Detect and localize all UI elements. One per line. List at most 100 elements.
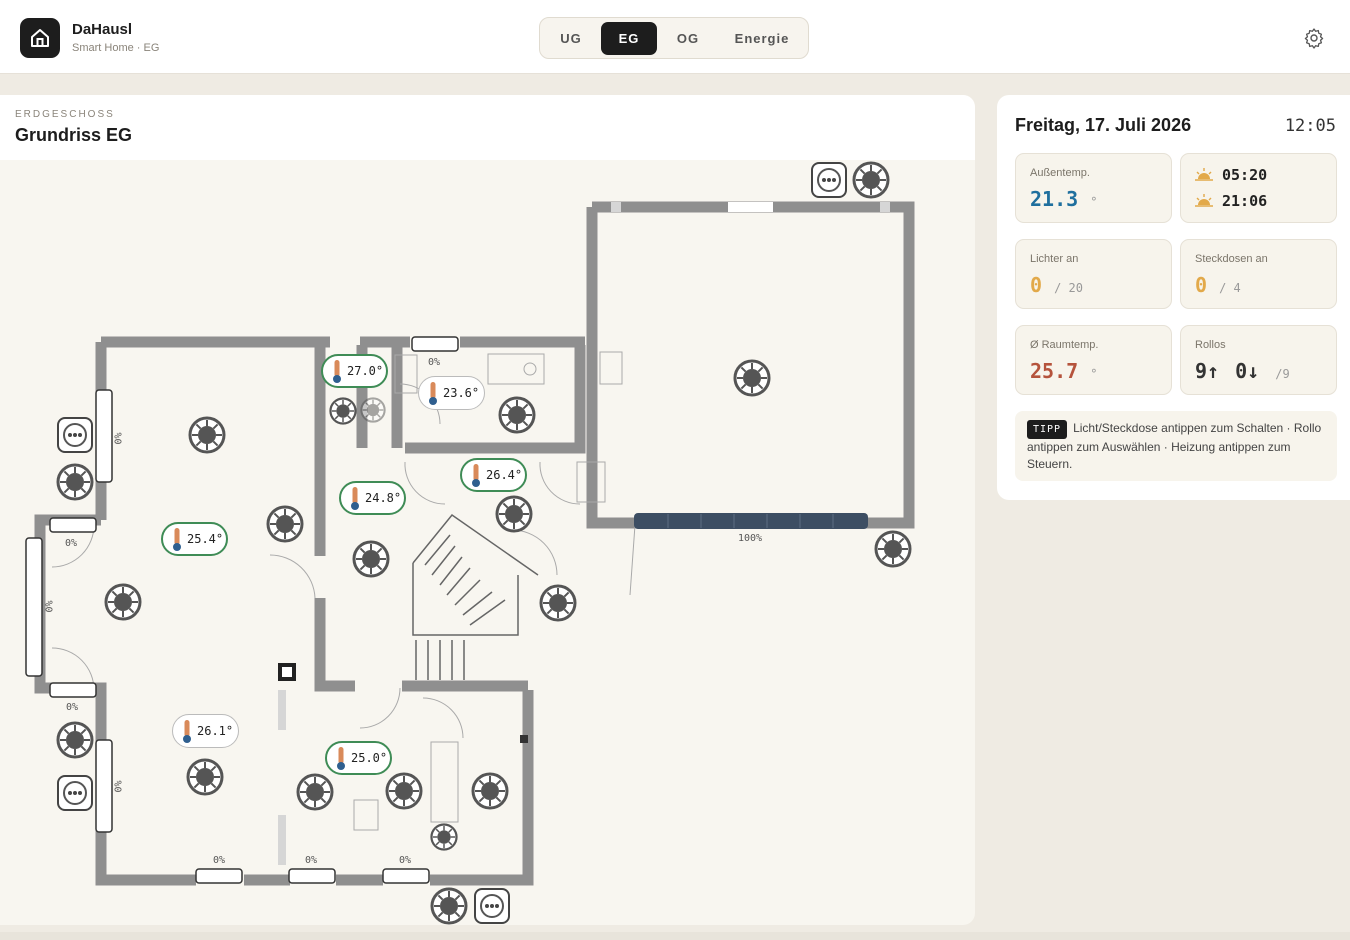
light-bulb-icon[interactable] <box>266 505 304 543</box>
tile-label: Rollos <box>1195 339 1226 351</box>
outdoor-temp-tile: Außentemp. 21.3 ° <box>1015 153 1172 223</box>
light-bulb-icon[interactable] <box>495 495 533 533</box>
current-time: 12:05 <box>1284 116 1336 136</box>
top-bar: DaHausl Smart Home · EG UG EG OG Energie <box>0 0 1350 74</box>
plan-kicker: ERDGESCHOSS <box>15 109 115 120</box>
shutter-label: 0% <box>113 780 125 793</box>
tip-text: Licht/Steckdose antippen zum Schalten · … <box>1027 421 1322 471</box>
light-bulb-icon[interactable] <box>352 540 390 578</box>
thermostat-chip[interactable]: 26.4° <box>460 458 527 492</box>
shutter-label: 100% <box>738 533 763 544</box>
floor-tabs: UG EG OG Energie <box>539 17 809 59</box>
light-bulb-icon[interactable] <box>104 583 142 621</box>
thermometer-icon <box>173 528 181 551</box>
floor-plan-card: ERDGESCHOSS Grundriss EG 0% 0% 0% 0% 0% … <box>0 95 975 925</box>
sunrise-time: 05:20 <box>1222 166 1268 184</box>
tip-box: TIPP Licht/Steckdose antippen zum Schalte… <box>1015 411 1337 481</box>
lights-tile: Lichter an 0 / 20 <box>1015 239 1172 309</box>
sunset-icon <box>1195 194 1213 207</box>
light-bulb-icon[interactable] <box>385 772 423 810</box>
thermometer-icon <box>337 747 345 770</box>
shutters-down-count: 0↓ <box>1235 359 1260 383</box>
thermostat-value: 26.1° <box>197 724 234 738</box>
light-bulb-icon[interactable] <box>471 772 509 810</box>
thermometer-icon <box>429 382 437 405</box>
thermostat-chip[interactable]: 25.4° <box>161 522 228 556</box>
tile-label: Außentemp. <box>1030 167 1090 179</box>
light-bulb-icon[interactable] <box>186 758 224 796</box>
summary-panel: Freitag, 17. Juli 2026 12:05 Außentemp. … <box>997 95 1350 500</box>
lights-total: / 20 <box>1054 281 1083 295</box>
power-socket-icon[interactable] <box>56 774 94 812</box>
sunrise-icon <box>1195 168 1213 181</box>
thermostat-value: 23.6° <box>443 386 480 400</box>
tile-label: Lichter an <box>1030 253 1079 265</box>
thermometer-icon <box>333 360 341 383</box>
shutter-label: 0% <box>66 702 79 713</box>
shutter-west-1[interactable] <box>94 387 114 483</box>
light-bulb-icon[interactable] <box>852 161 890 199</box>
thermometer-icon <box>351 487 359 510</box>
room-temp-tile: Ø Raumtemp. 25.7 ° <box>1015 325 1172 395</box>
app-title: DaHausl <box>72 21 133 38</box>
thermometer-icon <box>183 720 191 743</box>
thermostat-value: 27.0° <box>347 364 384 378</box>
light-bulb-icon[interactable] <box>430 823 458 851</box>
light-bulb-icon[interactable] <box>329 397 357 425</box>
degree-unit: ° <box>1090 195 1098 209</box>
tab-og[interactable]: OG <box>662 22 714 55</box>
thermostat-value: 26.4° <box>486 468 523 482</box>
shutters-up-count: 9↑ <box>1195 359 1220 383</box>
light-bulb-icon[interactable] <box>733 359 771 397</box>
light-bulb-icon[interactable] <box>874 530 912 568</box>
current-date: Freitag, 17. Juli 2026 <box>1015 115 1192 135</box>
sockets-total: / 4 <box>1219 281 1241 295</box>
shutter-garage[interactable] <box>632 511 870 531</box>
thermostat-value: 25.4° <box>187 532 224 546</box>
light-bulb-icon[interactable] <box>296 773 334 811</box>
light-bulb-icon[interactable] <box>498 396 536 434</box>
home-icon[interactable] <box>20 18 60 58</box>
power-socket-icon[interactable] <box>810 161 848 199</box>
light-bulb-icon[interactable] <box>430 887 468 925</box>
shutter-label: 0% <box>44 600 56 613</box>
light-bulb-icon[interactable] <box>360 397 386 423</box>
outdoor-temp-value: 21.3 <box>1030 187 1079 211</box>
shutter-label: 0% <box>428 357 441 368</box>
light-bulb-icon[interactable] <box>56 463 94 501</box>
plan-title: Grundriss EG <box>15 125 133 145</box>
shutter-label: 0% <box>113 432 125 445</box>
shutter-west-3[interactable] <box>94 737 114 833</box>
shutter-label: 0% <box>399 855 412 866</box>
thermostat-value: 24.8° <box>365 491 402 505</box>
power-socket-icon[interactable] <box>473 887 511 925</box>
thermometer-icon <box>472 464 480 487</box>
shutter-label: 0% <box>65 538 78 549</box>
tab-eg[interactable]: EG <box>601 22 657 55</box>
light-bulb-icon[interactable] <box>56 721 94 759</box>
shutter-west-2[interactable] <box>24 535 44 677</box>
light-bulb-icon[interactable] <box>539 584 577 622</box>
tile-label: Steckdosen an <box>1195 253 1268 265</box>
thermostat-chip[interactable]: 23.6° <box>418 376 485 410</box>
thermostat-chip[interactable]: 26.1° <box>172 714 239 748</box>
bottom-strip <box>0 932 1350 940</box>
thermostat-chip[interactable]: 25.0° <box>325 741 392 775</box>
sunset-time: 21:06 <box>1222 192 1268 210</box>
sockets-on-count: 0 <box>1195 273 1208 297</box>
room-temp-value: 25.7 <box>1030 359 1079 383</box>
thermostat-chip[interactable]: 27.0° <box>321 354 388 388</box>
lights-on-count: 0 <box>1030 273 1043 297</box>
degree-unit: ° <box>1090 367 1098 381</box>
tip-badge: TIPP <box>1027 420 1068 439</box>
tab-energie[interactable]: Energie <box>720 22 804 55</box>
tile-label: Ø Raumtemp. <box>1030 339 1099 351</box>
thermostat-chip[interactable]: 24.8° <box>339 481 406 515</box>
sockets-tile: Steckdosen an 0 / 4 <box>1180 239 1337 309</box>
light-bulb-icon[interactable] <box>188 416 226 454</box>
power-socket-icon[interactable] <box>56 416 94 454</box>
tab-ug[interactable]: UG <box>546 22 596 55</box>
thermostat-value: 25.0° <box>351 751 388 765</box>
gear-icon[interactable] <box>1303 27 1325 49</box>
sun-times-tile: 05:20 21:06 <box>1180 153 1337 223</box>
